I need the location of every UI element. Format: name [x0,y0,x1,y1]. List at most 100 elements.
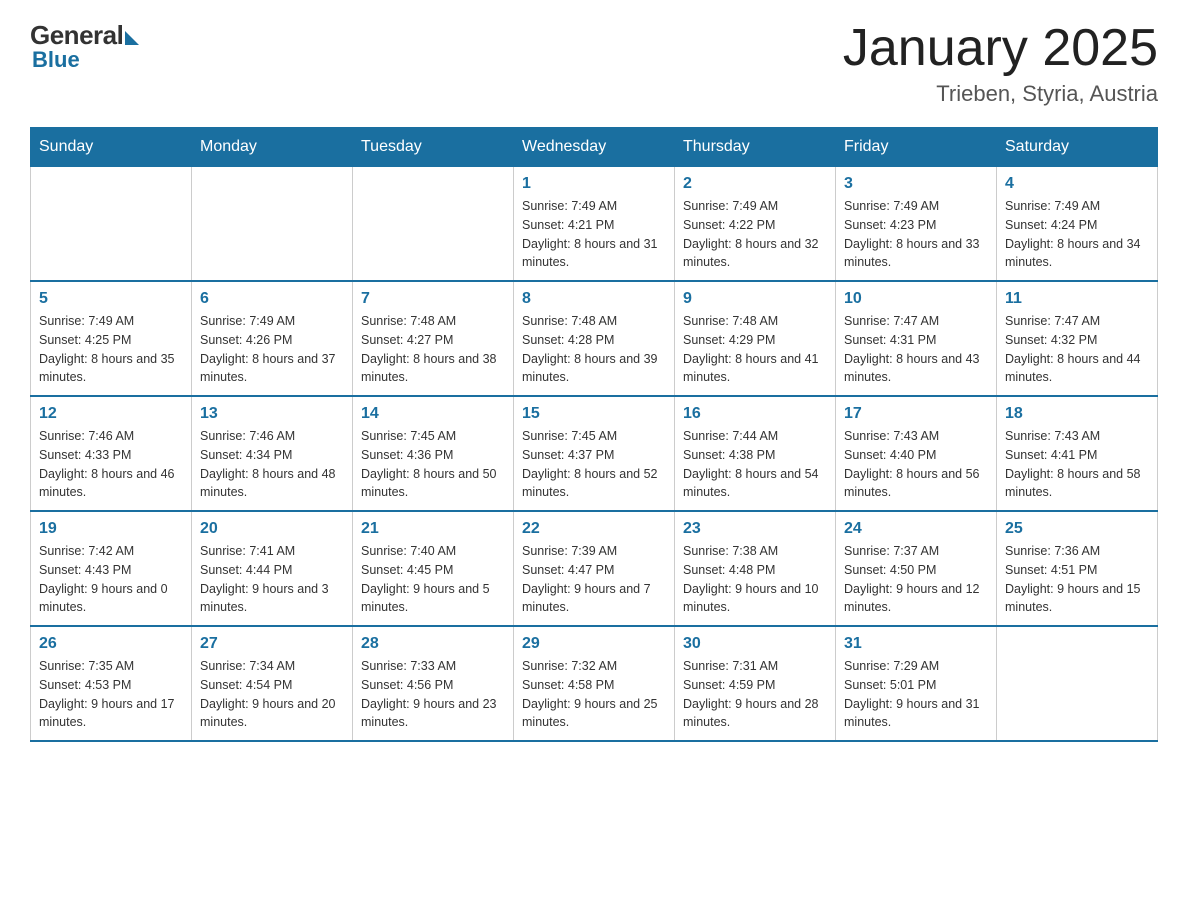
day-number: 15 [522,405,666,423]
calendar-table: SundayMondayTuesdayWednesdayThursdayFrid… [30,127,1158,742]
calendar-cell: 29 Sunrise: 7:32 AMSunset: 4:58 PMDayligh… [514,626,675,741]
calendar-cell: 10 Sunrise: 7:47 AMSunset: 4:31 PMDayligh… [836,281,997,396]
calendar-cell: 3 Sunrise: 7:49 AMSunset: 4:23 PMDaylight… [836,167,997,282]
day-number: 17 [844,405,988,423]
calendar-week-row: 26 Sunrise: 7:35 AMSunset: 4:53 PMDayligh… [31,626,1158,741]
calendar-cell: 28 Sunrise: 7:33 AMSunset: 4:56 PMDayligh… [353,626,514,741]
day-info: Sunrise: 7:43 AMSunset: 4:41 PMDaylight:… [1005,427,1149,502]
day-number: 20 [200,520,344,538]
calendar-cell: 13 Sunrise: 7:46 AMSunset: 4:34 PMDayligh… [192,396,353,511]
day-info: Sunrise: 7:33 AMSunset: 4:56 PMDaylight:… [361,657,505,732]
column-header-thursday: Thursday [675,128,836,167]
calendar-cell [192,167,353,282]
day-number: 12 [39,405,183,423]
day-number: 27 [200,635,344,653]
day-info: Sunrise: 7:37 AMSunset: 4:50 PMDaylight:… [844,542,988,617]
calendar-cell: 19 Sunrise: 7:42 AMSunset: 4:43 PMDayligh… [31,511,192,626]
day-number: 7 [361,290,505,308]
day-number: 18 [1005,405,1149,423]
page-header: General Blue January 2025 Trieben, Styri… [30,20,1158,107]
day-info: Sunrise: 7:49 AMSunset: 4:23 PMDaylight:… [844,197,988,272]
calendar-cell: 20Sunrise: 7:41 AMSunset: 4:44 PMDayligh… [192,511,353,626]
day-number: 2 [683,175,827,193]
calendar-cell: 7 Sunrise: 7:48 AMSunset: 4:27 PMDaylight… [353,281,514,396]
calendar-cell: 9Sunrise: 7:48 AMSunset: 4:29 PMDaylight… [675,281,836,396]
day-info: Sunrise: 7:43 AMSunset: 4:40 PMDaylight:… [844,427,988,502]
day-number: 22 [522,520,666,538]
day-info: Sunrise: 7:48 AMSunset: 4:27 PMDaylight:… [361,312,505,387]
column-header-wednesday: Wednesday [514,128,675,167]
calendar-cell: 24 Sunrise: 7:37 AMSunset: 4:50 PMDayligh… [836,511,997,626]
day-info: Sunrise: 7:44 AMSunset: 4:38 PMDaylight:… [683,427,827,502]
calendar-cell: 11 Sunrise: 7:47 AMSunset: 4:32 PMDayligh… [997,281,1158,396]
calendar-cell: 12 Sunrise: 7:46 AMSunset: 4:33 PMDayligh… [31,396,192,511]
day-info: Sunrise: 7:32 AMSunset: 4:58 PMDaylight:… [522,657,666,732]
day-number: 1 [522,175,666,193]
column-header-tuesday: Tuesday [353,128,514,167]
day-info: Sunrise: 7:47 AMSunset: 4:31 PMDaylight:… [844,312,988,387]
calendar-week-row: 12 Sunrise: 7:46 AMSunset: 4:33 PMDayligh… [31,396,1158,511]
calendar-cell: 22 Sunrise: 7:39 AMSunset: 4:47 PMDayligh… [514,511,675,626]
day-number: 25 [1005,520,1149,538]
day-number: 26 [39,635,183,653]
day-number: 3 [844,175,988,193]
day-info: Sunrise: 7:49 AMSunset: 4:24 PMDaylight:… [1005,197,1149,272]
calendar-cell: 26 Sunrise: 7:35 AMSunset: 4:53 PMDayligh… [31,626,192,741]
day-number: 8 [522,290,666,308]
title-section: January 2025 Trieben, Styria, Austria [843,20,1158,107]
calendar-subtitle: Trieben, Styria, Austria [843,81,1158,107]
day-info: Sunrise: 7:38 AMSunset: 4:48 PMDaylight:… [683,542,827,617]
day-info: Sunrise: 7:45 AMSunset: 4:36 PMDaylight:… [361,427,505,502]
day-number: 31 [844,635,988,653]
day-info: Sunrise: 7:49 AMSunset: 4:26 PMDaylight:… [200,312,344,387]
calendar-title: January 2025 [843,20,1158,77]
calendar-cell: 8 Sunrise: 7:48 AMSunset: 4:28 PMDaylight… [514,281,675,396]
day-number: 13 [200,405,344,423]
day-info: Sunrise: 7:34 AMSunset: 4:54 PMDaylight:… [200,657,344,732]
day-number: 28 [361,635,505,653]
day-info: Sunrise: 7:48 AMSunset: 4:28 PMDaylight:… [522,312,666,387]
column-header-monday: Monday [192,128,353,167]
day-number: 24 [844,520,988,538]
day-number: 16 [683,405,827,423]
logo-arrow-icon [125,31,139,45]
day-info: Sunrise: 7:46 AMSunset: 4:34 PMDaylight:… [200,427,344,502]
day-number: 29 [522,635,666,653]
column-header-sunday: Sunday [31,128,192,167]
day-number: 4 [1005,175,1149,193]
column-header-saturday: Saturday [997,128,1158,167]
day-info: Sunrise: 7:42 AMSunset: 4:43 PMDaylight:… [39,542,183,617]
day-info: Sunrise: 7:39 AMSunset: 4:47 PMDaylight:… [522,542,666,617]
calendar-cell: 4 Sunrise: 7:49 AMSunset: 4:24 PMDaylight… [997,167,1158,282]
day-info: Sunrise: 7:46 AMSunset: 4:33 PMDaylight:… [39,427,183,502]
calendar-cell: 31 Sunrise: 7:29 AMSunset: 5:01 PMDayligh… [836,626,997,741]
calendar-cell: 5Sunrise: 7:49 AMSunset: 4:25 PMDaylight… [31,281,192,396]
calendar-cell: 14Sunrise: 7:45 AMSunset: 4:36 PMDayligh… [353,396,514,511]
calendar-cell: 15Sunrise: 7:45 AMSunset: 4:37 PMDayligh… [514,396,675,511]
day-info: Sunrise: 7:29 AMSunset: 5:01 PMDaylight:… [844,657,988,732]
calendar-cell: 1 Sunrise: 7:49 AMSunset: 4:21 PMDaylight… [514,167,675,282]
calendar-cell: 17 Sunrise: 7:43 AMSunset: 4:40 PMDayligh… [836,396,997,511]
day-number: 10 [844,290,988,308]
calendar-cell: 30Sunrise: 7:31 AMSunset: 4:59 PMDayligh… [675,626,836,741]
day-info: Sunrise: 7:49 AMSunset: 4:21 PMDaylight:… [522,197,666,272]
logo: General Blue [30,20,139,73]
calendar-cell: 2Sunrise: 7:49 AMSunset: 4:22 PMDaylight… [675,167,836,282]
calendar-cell: 23Sunrise: 7:38 AMSunset: 4:48 PMDayligh… [675,511,836,626]
calendar-cell [353,167,514,282]
calendar-cell: 21Sunrise: 7:40 AMSunset: 4:45 PMDayligh… [353,511,514,626]
calendar-week-row: 5Sunrise: 7:49 AMSunset: 4:25 PMDaylight… [31,281,1158,396]
calendar-week-row: 19 Sunrise: 7:42 AMSunset: 4:43 PMDayligh… [31,511,1158,626]
day-number: 21 [361,520,505,538]
calendar-cell: 18 Sunrise: 7:43 AMSunset: 4:41 PMDayligh… [997,396,1158,511]
day-number: 30 [683,635,827,653]
day-number: 9 [683,290,827,308]
calendar-header-row: SundayMondayTuesdayWednesdayThursdayFrid… [31,128,1158,167]
day-info: Sunrise: 7:49 AMSunset: 4:25 PMDaylight:… [39,312,183,387]
day-number: 11 [1005,290,1149,308]
calendar-cell: 6 Sunrise: 7:49 AMSunset: 4:26 PMDaylight… [192,281,353,396]
day-info: Sunrise: 7:35 AMSunset: 4:53 PMDaylight:… [39,657,183,732]
day-number: 19 [39,520,183,538]
day-info: Sunrise: 7:47 AMSunset: 4:32 PMDaylight:… [1005,312,1149,387]
day-number: 6 [200,290,344,308]
